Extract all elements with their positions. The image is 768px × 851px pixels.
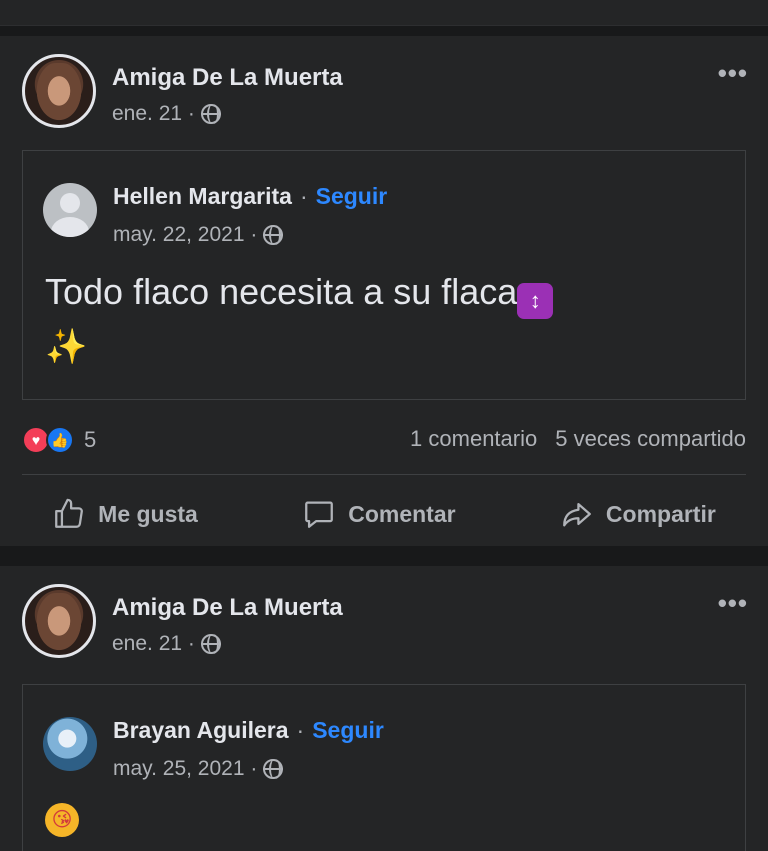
reaction-summary[interactable]: ♥ 👍 5	[22, 426, 96, 454]
shared-date[interactable]: may. 22, 2021 ·	[113, 223, 257, 247]
comment-bubble-icon	[305, 501, 334, 528]
engagement-counts: 1 comentario 5 veces compartido	[410, 426, 746, 452]
previous-post-footer	[0, 0, 768, 26]
feed-post: Amiga De La Muerta ene. 21 · ••• Hellen …	[0, 36, 768, 546]
share-label: Compartir	[605, 500, 716, 527]
post-meta: ene. 21 ·	[112, 102, 221, 126]
up-down-arrow-emoji-icon: ↕	[517, 283, 554, 319]
globe-icon	[200, 634, 221, 654]
follow-button[interactable]: Seguir	[316, 183, 388, 210]
reaction-count: 5	[84, 427, 97, 452]
post-text: Todo flaco necesita a su flaca	[45, 271, 518, 312]
post-date[interactable]: ene. 21 ·	[112, 632, 195, 656]
divider	[22, 474, 746, 475]
more-options-button[interactable]: •••	[718, 58, 748, 89]
author-avatar[interactable]	[22, 584, 96, 658]
comment-button[interactable]: Comentar	[302, 497, 456, 531]
like-button[interactable]: Me gusta	[52, 497, 198, 531]
author-name[interactable]: Amiga De La Muerta	[112, 64, 343, 92]
post-meta: ene. 21 ·	[112, 632, 221, 656]
shared-meta: may. 22, 2021 ·	[113, 223, 284, 247]
shared-meta: may. 25, 2021 ·	[113, 757, 284, 781]
shared-author-name[interactable]: Brayan Aguilera	[113, 717, 289, 744]
shared-author-name[interactable]: Hellen Margarita	[113, 183, 292, 210]
share-arrow-icon	[563, 502, 591, 527]
comment-label: Comentar	[348, 500, 456, 527]
shared-post[interactable]: Hellen Margarita · Seguir may. 22, 2021 …	[22, 150, 746, 400]
feed-separator	[0, 546, 768, 566]
shared-author-avatar[interactable]	[43, 717, 97, 771]
follow-button[interactable]: Seguir	[312, 717, 384, 744]
shared-header: Hellen Margarita · Seguir	[113, 183, 387, 210]
separator-dot: ·	[296, 717, 305, 743]
share-count[interactable]: 5 veces compartido	[555, 426, 746, 452]
feed-post: Amiga De La Muerta ene. 21 · ••• Brayan …	[0, 566, 768, 851]
shared-header: Brayan Aguilera · Seguir	[113, 717, 384, 744]
globe-icon	[263, 759, 284, 779]
feed-separator	[0, 26, 768, 36]
post-actions: Me gusta Comentar Compartir	[0, 488, 768, 540]
like-label: Me gusta	[98, 500, 198, 527]
shared-date[interactable]: may. 25, 2021 ·	[113, 757, 257, 781]
author-name[interactable]: Amiga De La Muerta	[112, 594, 343, 622]
shared-post-text: Todo flaco necesita a su flaca ↕	[45, 269, 554, 319]
share-button[interactable]: Compartir	[560, 497, 716, 531]
more-options-button[interactable]: •••	[718, 588, 748, 619]
separator-dot: ·	[299, 183, 308, 209]
comment-count[interactable]: 1 comentario	[410, 426, 537, 452]
kiss-emoji-icon: 😘	[45, 803, 79, 837]
post-date[interactable]: ene. 21 ·	[112, 102, 195, 126]
shared-author-avatar[interactable]	[43, 183, 97, 237]
shared-post[interactable]: Brayan Aguilera · Seguir may. 25, 2021 ·…	[22, 684, 746, 851]
like-icon: 👍	[46, 426, 74, 454]
globe-icon	[263, 225, 284, 245]
thumbs-up-icon	[55, 498, 84, 528]
globe-icon	[200, 104, 221, 124]
author-avatar[interactable]	[22, 54, 96, 128]
sparkles-emoji-icon: ✨	[45, 328, 88, 366]
